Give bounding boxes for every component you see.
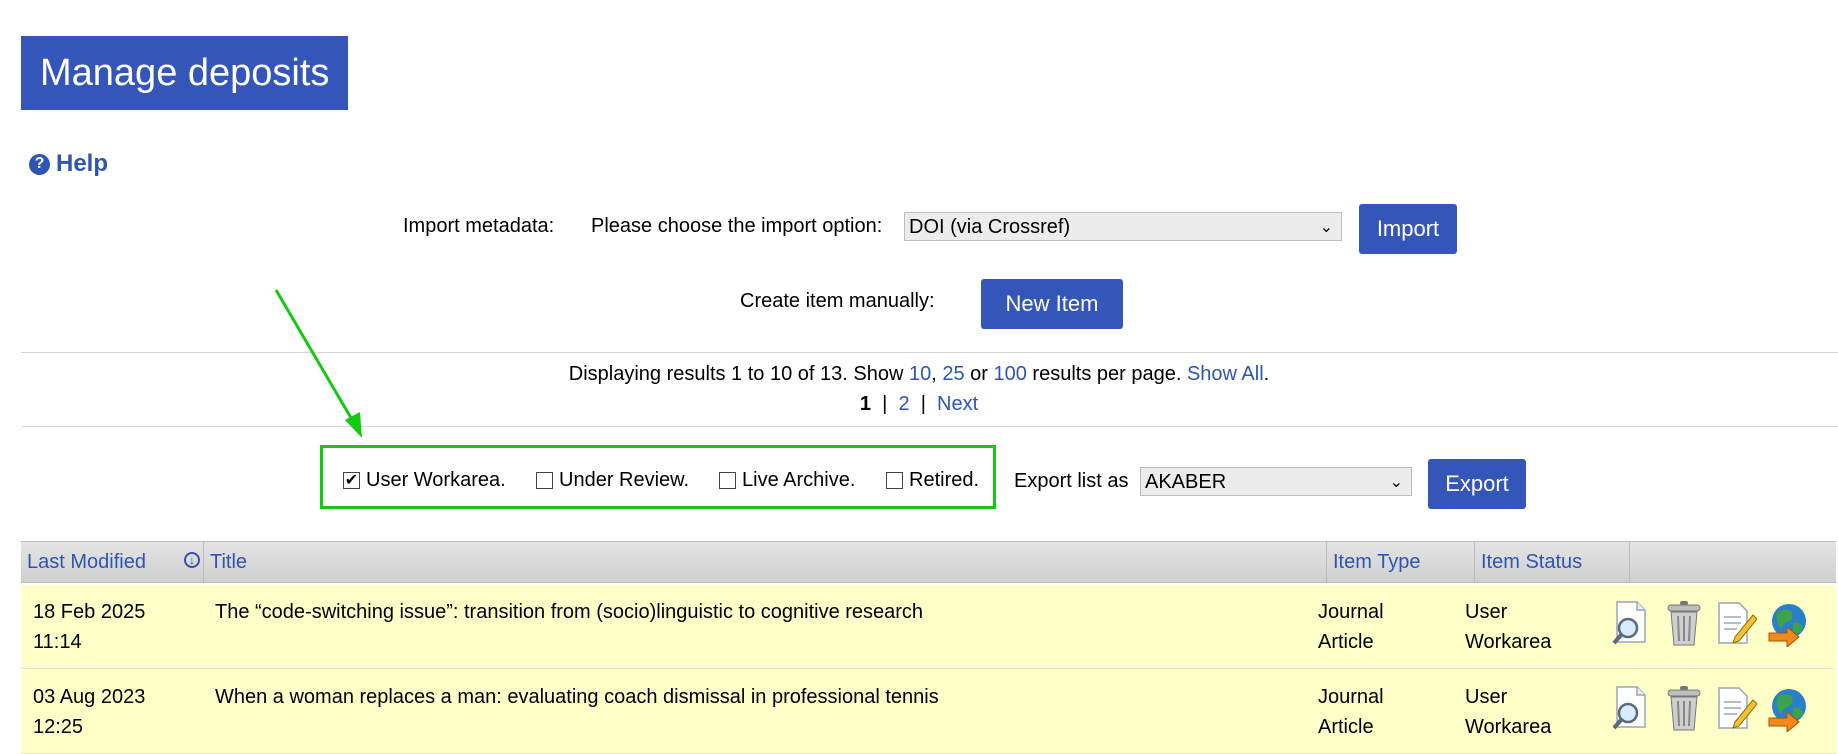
row-actions <box>1611 684 1809 732</box>
delete-icon[interactable] <box>1663 599 1705 647</box>
per-page-25-link[interactable]: 25 <box>942 363 964 385</box>
sort-descending-icon[interactable]: ↓ <box>184 552 200 568</box>
chevron-down-icon: ⌄ <box>1389 474 1403 491</box>
export-selected-option: AKABER <box>1145 471 1227 493</box>
per-page-10-link[interactable]: 10 <box>909 363 931 385</box>
import-option-select[interactable]: DOI (via Crossref) ⌄ <box>904 212 1342 241</box>
checkbox-unchecked[interactable] <box>536 472 553 489</box>
next-page-link[interactable]: Next <box>937 393 978 415</box>
column-header-last-modified[interactable]: Last Modified ↓ <box>21 542 201 582</box>
filter-user-workarea[interactable]: ✔ User Workarea. <box>343 469 506 492</box>
chevron-down-icon: ⌄ <box>1319 219 1333 236</box>
filter-live-archive[interactable]: Live Archive. <box>719 469 855 492</box>
item-type-cell: Journal Article <box>1318 601 1384 653</box>
checkbox-unchecked[interactable] <box>886 472 903 489</box>
per-page-100-link[interactable]: 100 <box>993 363 1026 385</box>
checkbox-checked[interactable]: ✔ <box>343 472 360 489</box>
item-type-cell: Journal Article <box>1318 686 1384 738</box>
table-header: Last Modified ↓ Title Item Type Item Sta… <box>21 541 1836 583</box>
export-list-label: Export list as <box>1014 470 1129 492</box>
import-option-label: Please choose the import option: <box>591 215 883 237</box>
edit-icon[interactable] <box>1715 684 1757 732</box>
row-actions <box>1611 599 1809 647</box>
delete-icon[interactable] <box>1663 684 1705 732</box>
title-cell: When a woman replaces a man: evaluating … <box>215 686 939 708</box>
last-modified-cell: 03 Aug 2023 12:25 <box>33 686 146 738</box>
question-circle-icon: ? <box>29 153 50 175</box>
divider <box>21 352 1838 353</box>
edit-icon[interactable] <box>1715 599 1757 647</box>
filter-retired[interactable]: Retired. <box>886 469 979 492</box>
column-header-item-status[interactable]: Item Status <box>1474 542 1629 582</box>
divider <box>21 426 1838 427</box>
import-button[interactable]: Import <box>1359 204 1457 254</box>
import-selected-option: DOI (via Crossref) <box>909 216 1071 238</box>
last-modified-cell: 18 Feb 2025 11:14 <box>33 601 146 653</box>
title-cell: The “code-switching issue”: transition f… <box>215 601 924 623</box>
column-header-actions <box>1629 542 1836 582</box>
show-all-link[interactable]: Show All <box>1187 363 1264 385</box>
new-item-button[interactable]: New Item <box>981 279 1123 329</box>
view-icon[interactable] <box>1611 684 1653 732</box>
import-metadata-label: Import metadata: <box>403 215 555 237</box>
item-status-cell: User Workarea <box>1465 686 1552 738</box>
column-header-item-type[interactable]: Item Type <box>1326 542 1474 582</box>
checkbox-unchecked[interactable] <box>719 472 736 489</box>
help-label: Help <box>56 150 109 177</box>
help-link[interactable]: ? Help <box>29 150 108 178</box>
page-2-link[interactable]: 2 <box>898 393 909 415</box>
current-page: 1 <box>859 393 871 415</box>
item-status-cell: User Workarea <box>1465 601 1552 653</box>
create-item-label: Create item manually: <box>740 290 935 312</box>
page-title: Manage deposits <box>21 36 349 110</box>
export-button[interactable]: Export <box>1428 459 1526 509</box>
table-row: 18 Feb 2025 11:14 The “code-switching is… <box>21 585 1836 669</box>
deposit-icon[interactable] <box>1767 684 1809 732</box>
results-summary: Displaying results 1 to 10 of 13. Show 1… <box>568 363 1270 385</box>
filter-under-review[interactable]: Under Review. <box>536 469 689 492</box>
deposit-icon[interactable] <box>1767 599 1809 647</box>
column-header-title[interactable]: Title <box>203 542 1326 582</box>
view-icon[interactable] <box>1611 599 1653 647</box>
export-format-select[interactable]: AKABER ⌄ <box>1140 467 1412 496</box>
table-row: 03 Aug 2023 12:25 When a woman replaces … <box>21 670 1836 754</box>
pagination: 1 | 2 | Next <box>859 393 979 415</box>
